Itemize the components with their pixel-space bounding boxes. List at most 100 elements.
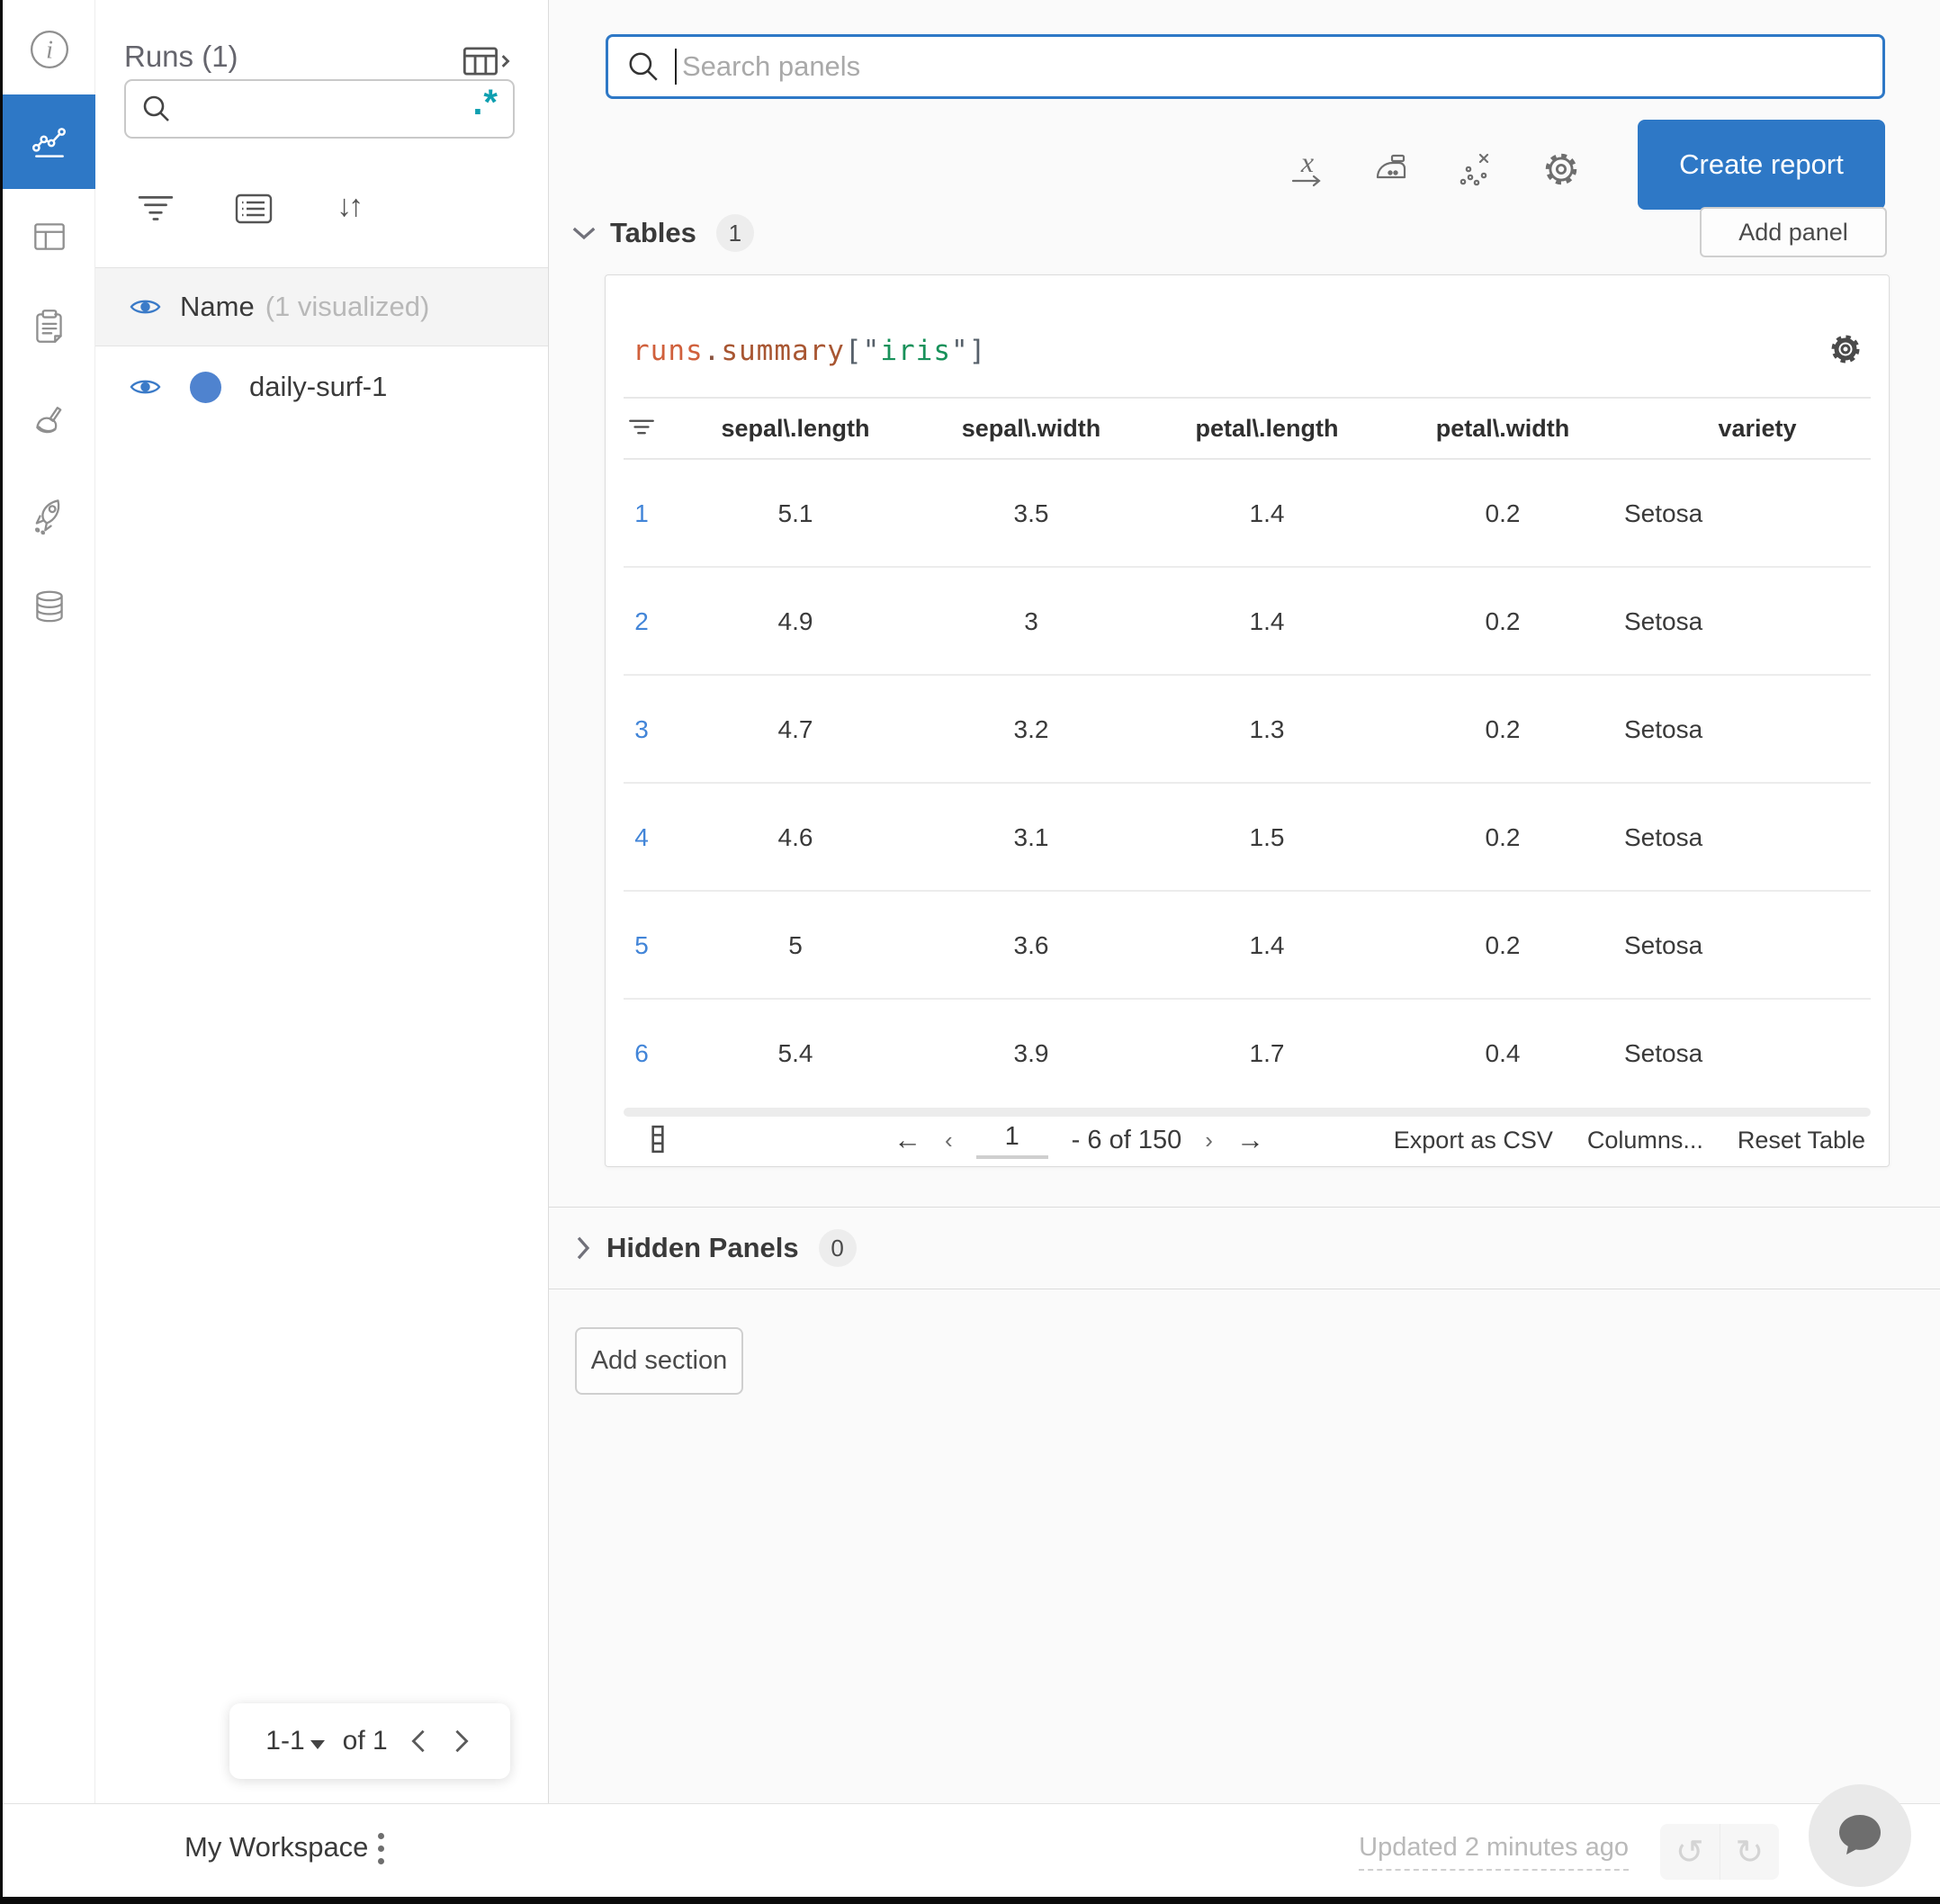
search-icon <box>143 95 169 121</box>
last-page-icon[interactable]: → <box>1236 1124 1264 1156</box>
list-settings-icon[interactable] <box>235 193 273 225</box>
row-index-link[interactable]: 1 <box>634 499 649 528</box>
table-cell: 3.1 <box>1013 823 1049 851</box>
page-number-input[interactable]: 1 <box>975 1122 1048 1159</box>
prev-page-icon[interactable] <box>406 1729 431 1754</box>
runs-search-input[interactable] <box>182 94 473 124</box>
table-layout-icon[interactable] <box>3 203 95 270</box>
x-axis-icon[interactable]: x <box>1265 148 1350 188</box>
create-report-button[interactable]: Create report <box>1638 120 1885 210</box>
hidden-panels-header[interactable]: Hidden Panels 0 <box>549 1207 1940 1289</box>
table-pagination: ← ‹ 1 - 6 of 150 › → <box>894 1114 1264 1166</box>
runs-table-expand-icon[interactable] <box>459 43 515 79</box>
table-header-row: sepal\.length sepal\.width petal\.length pe… <box>606 397 1889 460</box>
smoothing-iron-icon[interactable] <box>1350 149 1434 189</box>
next-page-icon[interactable] <box>449 1729 474 1754</box>
table-cell: Setosa <box>1624 1039 1703 1067</box>
table-cell: 4.6 <box>777 823 813 851</box>
table-row: 2 4.9 3 1.4 0.2 Setosa <box>606 568 1889 676</box>
icon-rail: i <box>3 0 95 1803</box>
export-csv-button[interactable]: Export as CSV <box>1394 1127 1553 1154</box>
run-row[interactable]: daily-surf-1 <box>95 347 548 427</box>
sort-icon[interactable]: ↓↑ <box>337 189 364 224</box>
panel-title: runs.summary["iris"] <box>633 335 986 367</box>
text-cursor <box>675 49 677 85</box>
prev-page-icon[interactable]: ‹ <box>945 1127 953 1154</box>
table-cell: 5.4 <box>777 1039 813 1067</box>
table-cell: 3.5 <box>1013 499 1049 527</box>
undo-icon[interactable]: ↺ <box>1660 1824 1720 1880</box>
reset-table-button[interactable]: Reset Table <box>1738 1127 1865 1154</box>
panel-title-token: ] <box>968 335 987 367</box>
panel-title-token: iris <box>880 335 951 367</box>
history-controls: ↺ ↻ <box>1660 1824 1779 1880</box>
table-cell: Setosa <box>1624 931 1703 959</box>
eye-icon[interactable] <box>130 295 161 319</box>
line-chart-icon[interactable] <box>3 94 95 189</box>
chat-bubble-icon <box>1839 1815 1881 1855</box>
table-cell: 3.2 <box>1013 715 1049 743</box>
column-header[interactable]: sepal\.width <box>913 415 1149 443</box>
runs-pagination: 1-1 of 1 <box>229 1703 510 1779</box>
settings-gear-icon[interactable] <box>1519 149 1603 189</box>
row-index-link[interactable]: 5 <box>634 931 649 960</box>
table-cell: Setosa <box>1624 823 1703 851</box>
panel-settings-gear-icon[interactable] <box>1828 331 1864 367</box>
column-header[interactable]: sepal\.length <box>678 415 913 443</box>
table-cell: 3.9 <box>1013 1039 1049 1067</box>
clipboard-icon[interactable] <box>3 293 95 360</box>
column-header[interactable]: variety <box>1621 415 1891 443</box>
tables-section-label: Tables <box>610 217 696 248</box>
table-cell: 1.4 <box>1249 607 1285 635</box>
column-header[interactable]: petal\.length <box>1149 415 1385 443</box>
table-cell: 0.2 <box>1485 931 1521 959</box>
svg-text:i: i <box>46 36 53 64</box>
filter-icon[interactable] <box>137 193 175 225</box>
add-section-button[interactable]: Add section <box>575 1327 743 1395</box>
panel-search-box[interactable]: Search panels <box>606 34 1885 99</box>
row-index-link[interactable]: 6 <box>634 1039 649 1068</box>
column-header[interactable]: petal\.width <box>1385 415 1621 443</box>
hidden-panels-label: Hidden Panels <box>606 1232 799 1263</box>
main-area: Search panels x Create report Tables 1 A… <box>549 0 1940 1803</box>
bottom-bar: My Workspace Updated 2 minutes ago ↺ ↻ <box>0 1803 1940 1897</box>
info-icon[interactable]: i <box>3 16 95 83</box>
panel-title-token: " <box>950 335 969 367</box>
runs-title: Runs (1) <box>124 40 238 73</box>
search-icon <box>629 52 658 81</box>
panel-title-token: runs <box>633 335 704 367</box>
broom-icon[interactable] <box>3 391 95 458</box>
runs-search-box[interactable]: .* <box>124 79 515 139</box>
database-icon[interactable] <box>3 574 95 641</box>
row-index-link[interactable]: 3 <box>634 715 649 744</box>
row-height-icon[interactable] <box>651 1125 665 1154</box>
table-cell: 1.5 <box>1249 823 1285 851</box>
column-filter-icon[interactable] <box>606 417 678 440</box>
rocket-icon[interactable] <box>3 481 95 548</box>
panel-title-token: [ <box>844 335 863 367</box>
updated-timestamp[interactable]: Updated 2 minutes ago <box>1359 1833 1629 1871</box>
eye-icon[interactable] <box>130 375 161 399</box>
table-row: 4 4.6 3.1 1.5 0.2 Setosa <box>606 784 1889 892</box>
row-index-link[interactable]: 2 <box>634 607 649 636</box>
redo-icon[interactable]: ↻ <box>1720 1824 1780 1880</box>
next-page-icon[interactable]: › <box>1205 1127 1213 1154</box>
panel-title-token: . <box>703 335 722 367</box>
table-row: 6 5.4 3.9 1.7 0.4 Setosa <box>606 1000 1889 1108</box>
table-cell: Setosa <box>1624 499 1703 527</box>
table-cell: 3 <box>1024 607 1038 635</box>
workspace-toolbar: x <box>1265 144 1603 194</box>
row-index-link[interactable]: 4 <box>634 823 649 852</box>
first-page-icon[interactable]: ← <box>894 1124 921 1156</box>
regex-toggle-icon[interactable]: .* <box>472 85 498 121</box>
chat-bubble-button[interactable] <box>1809 1784 1911 1887</box>
runs-page-range[interactable]: 1-1 <box>265 1726 325 1756</box>
table-row: 5 5 3.6 1.4 0.2 Setosa <box>606 892 1889 1000</box>
workspace-menu-kebab-icon[interactable] <box>374 1829 388 1868</box>
columns-button[interactable]: Columns... <box>1587 1127 1703 1154</box>
outliers-icon[interactable] <box>1434 149 1519 189</box>
tables-section-header[interactable]: Tables 1 <box>570 214 754 252</box>
add-panel-button[interactable]: Add panel <box>1700 207 1887 257</box>
runs-visualized-count: (1 visualized) <box>265 291 430 322</box>
table-cell: 0.2 <box>1485 715 1521 743</box>
